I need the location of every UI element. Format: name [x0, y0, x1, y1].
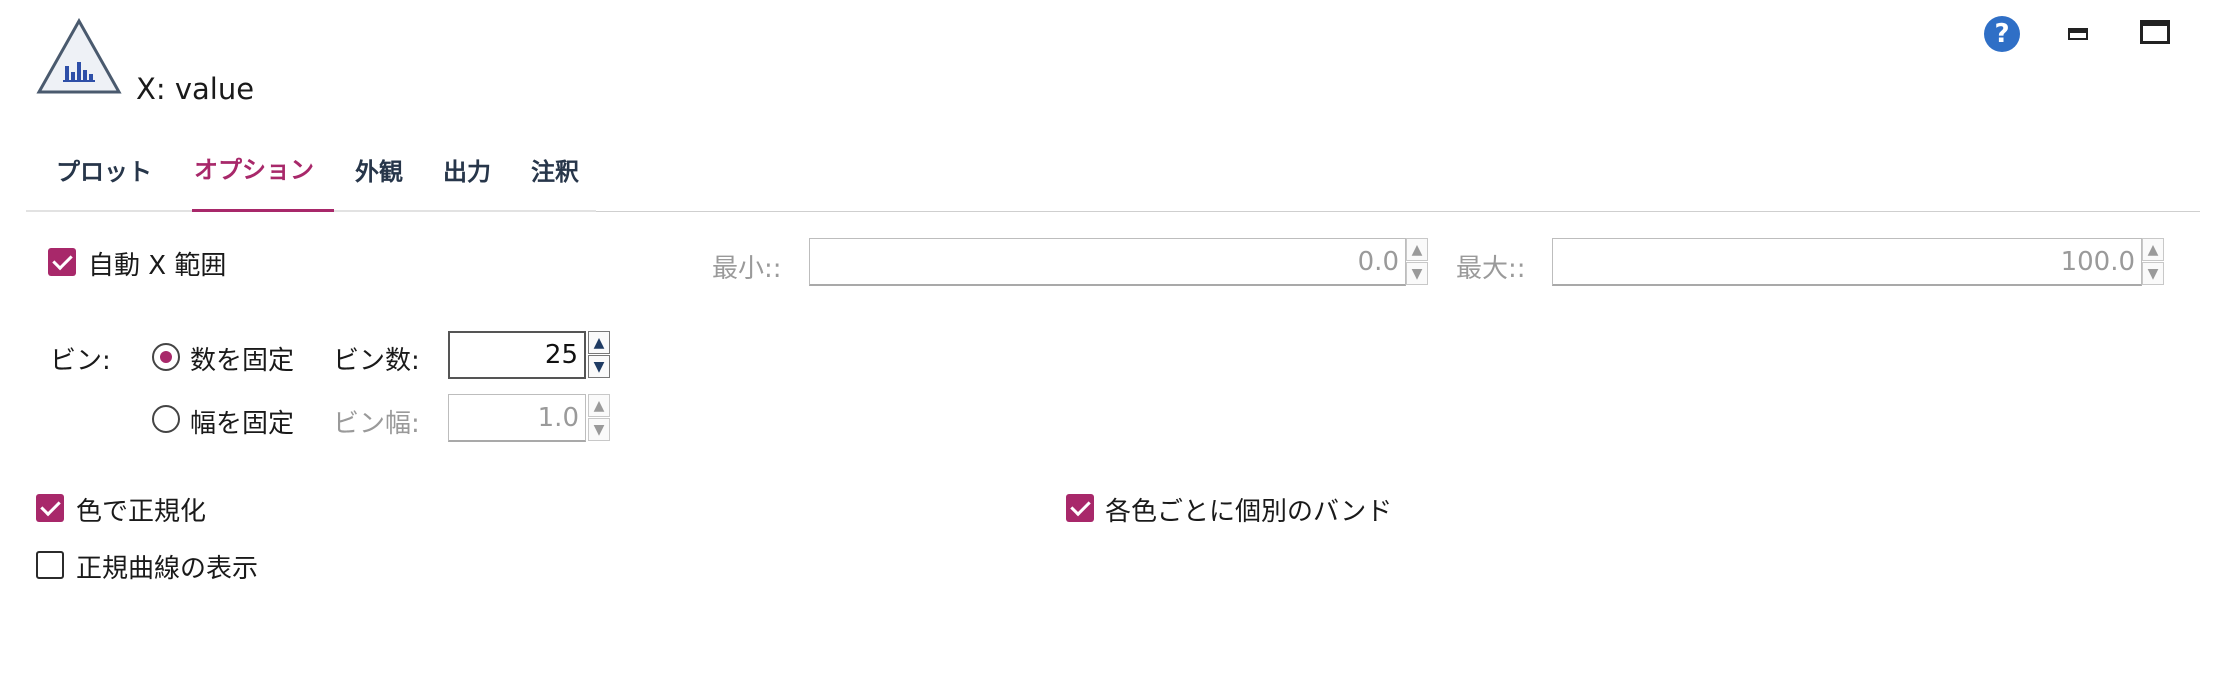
histogram-triangle-icon — [36, 18, 122, 94]
max-input[interactable]: 100.0 — [1552, 238, 2142, 286]
separate-bands-checkbox[interactable] — [1066, 494, 1094, 522]
min-label: 最小:: — [712, 254, 782, 284]
bin-width-label: ビン幅: — [333, 409, 420, 439]
fixed-width-label: 幅を固定 — [190, 409, 295, 439]
show-normal-curve-label: 正規曲線の表示 — [76, 554, 259, 584]
separate-bands-label: 各色ごとに個別のバンド — [1105, 497, 1393, 527]
chevron-up-icon[interactable]: ▲ — [1406, 238, 1428, 261]
bin-count-stepper[interactable]: ▲ ▼ — [588, 331, 610, 379]
tab-appearance[interactable]: 外観 — [355, 152, 403, 187]
bin-width-stepper[interactable]: ▲ ▼ — [588, 394, 610, 442]
tab-plot[interactable]: プロット — [56, 152, 152, 187]
tab-output[interactable]: 出力 — [443, 152, 491, 187]
bin-count-input[interactable]: 25 — [448, 331, 586, 379]
chevron-up-icon[interactable]: ▲ — [2142, 238, 2164, 261]
chevron-down-icon[interactable]: ▼ — [1406, 262, 1428, 285]
min-stepper[interactable]: ▲ ▼ — [1406, 238, 1428, 286]
normalize-by-color-label: 色で正規化 — [76, 497, 207, 527]
tab-options[interactable]: オプション — [194, 150, 314, 185]
auto-x-range-checkbox[interactable] — [48, 248, 76, 276]
active-tab-indicator — [192, 209, 334, 212]
chevron-down-icon[interactable]: ▼ — [2142, 262, 2164, 285]
plot-title: X: value — [136, 72, 255, 106]
max-stepper[interactable]: ▲ ▼ — [2142, 238, 2164, 286]
max-label: 最大:: — [1456, 254, 1526, 284]
show-normal-curve-checkbox[interactable] — [36, 551, 64, 579]
chevron-down-icon[interactable]: ▼ — [588, 418, 610, 441]
chevron-up-icon[interactable]: ▲ — [588, 394, 610, 417]
normalize-by-color-checkbox[interactable] — [36, 494, 64, 522]
fixed-width-radio[interactable] — [152, 405, 180, 433]
tab-annotation[interactable]: 注釈 — [531, 152, 579, 187]
help-icon[interactable]: ? — [1984, 16, 2020, 52]
bin-count-label: ビン数: — [333, 346, 420, 376]
fixed-count-radio[interactable] — [152, 343, 180, 371]
min-input[interactable]: 0.0 — [809, 238, 1406, 286]
bins-label: ビン: — [50, 346, 111, 376]
maximize-icon[interactable] — [2140, 20, 2170, 44]
chevron-up-icon[interactable]: ▲ — [588, 331, 610, 354]
bin-width-input[interactable]: 1.0 — [448, 394, 586, 442]
chevron-down-icon[interactable]: ▼ — [588, 355, 610, 378]
minimize-icon[interactable] — [2068, 28, 2088, 40]
auto-x-range-label: 自動 X 範囲 — [88, 251, 227, 281]
fixed-count-label: 数を固定 — [190, 346, 295, 376]
